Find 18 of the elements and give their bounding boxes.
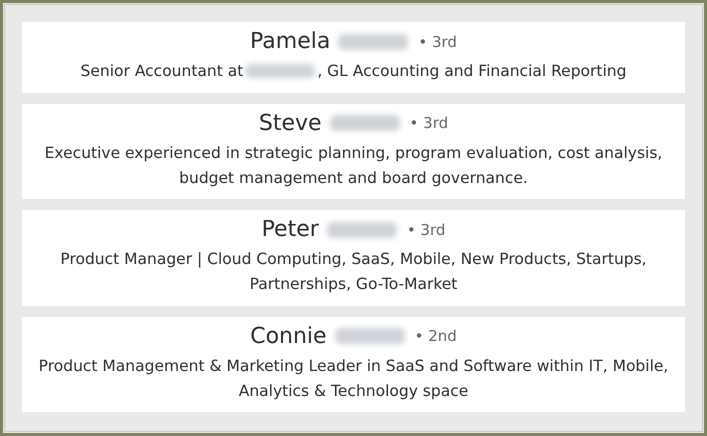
headline-text: , GL Accounting and Financial Reporting <box>317 62 626 80</box>
headline-text: Product Manager | Cloud Computing, SaaS, Mobile, New Products, Startups, Partnerships, Go-To-Market <box>60 250 647 293</box>
headline-text: Senior Accountant at <box>80 62 244 80</box>
connection-degree: • 3rd <box>410 114 448 132</box>
connection-degree: • 3rd <box>418 32 457 50</box>
headline-text: Executive experienced in strategic planning, program evaluation, cost analysis, budget management and board governance. <box>44 144 662 186</box>
blurred-text <box>326 222 397 238</box>
headline-text: Product Management & Marketing Leader in SaaS and Software within IT, Mobile, Analytics & Technology space <box>38 356 668 400</box>
person-name: Connie <box>250 324 327 349</box>
connection-degree: • 2nd <box>414 327 457 346</box>
person-name: Pamela <box>250 29 330 54</box>
blurred-text <box>334 328 405 344</box>
blurred-text <box>330 115 400 132</box>
person-name: Peter <box>262 217 319 242</box>
blurred-text <box>245 64 316 78</box>
connection-degree: • 3rd <box>406 220 446 239</box>
blurred-text <box>338 34 408 50</box>
person-name: Steve <box>258 110 322 136</box>
